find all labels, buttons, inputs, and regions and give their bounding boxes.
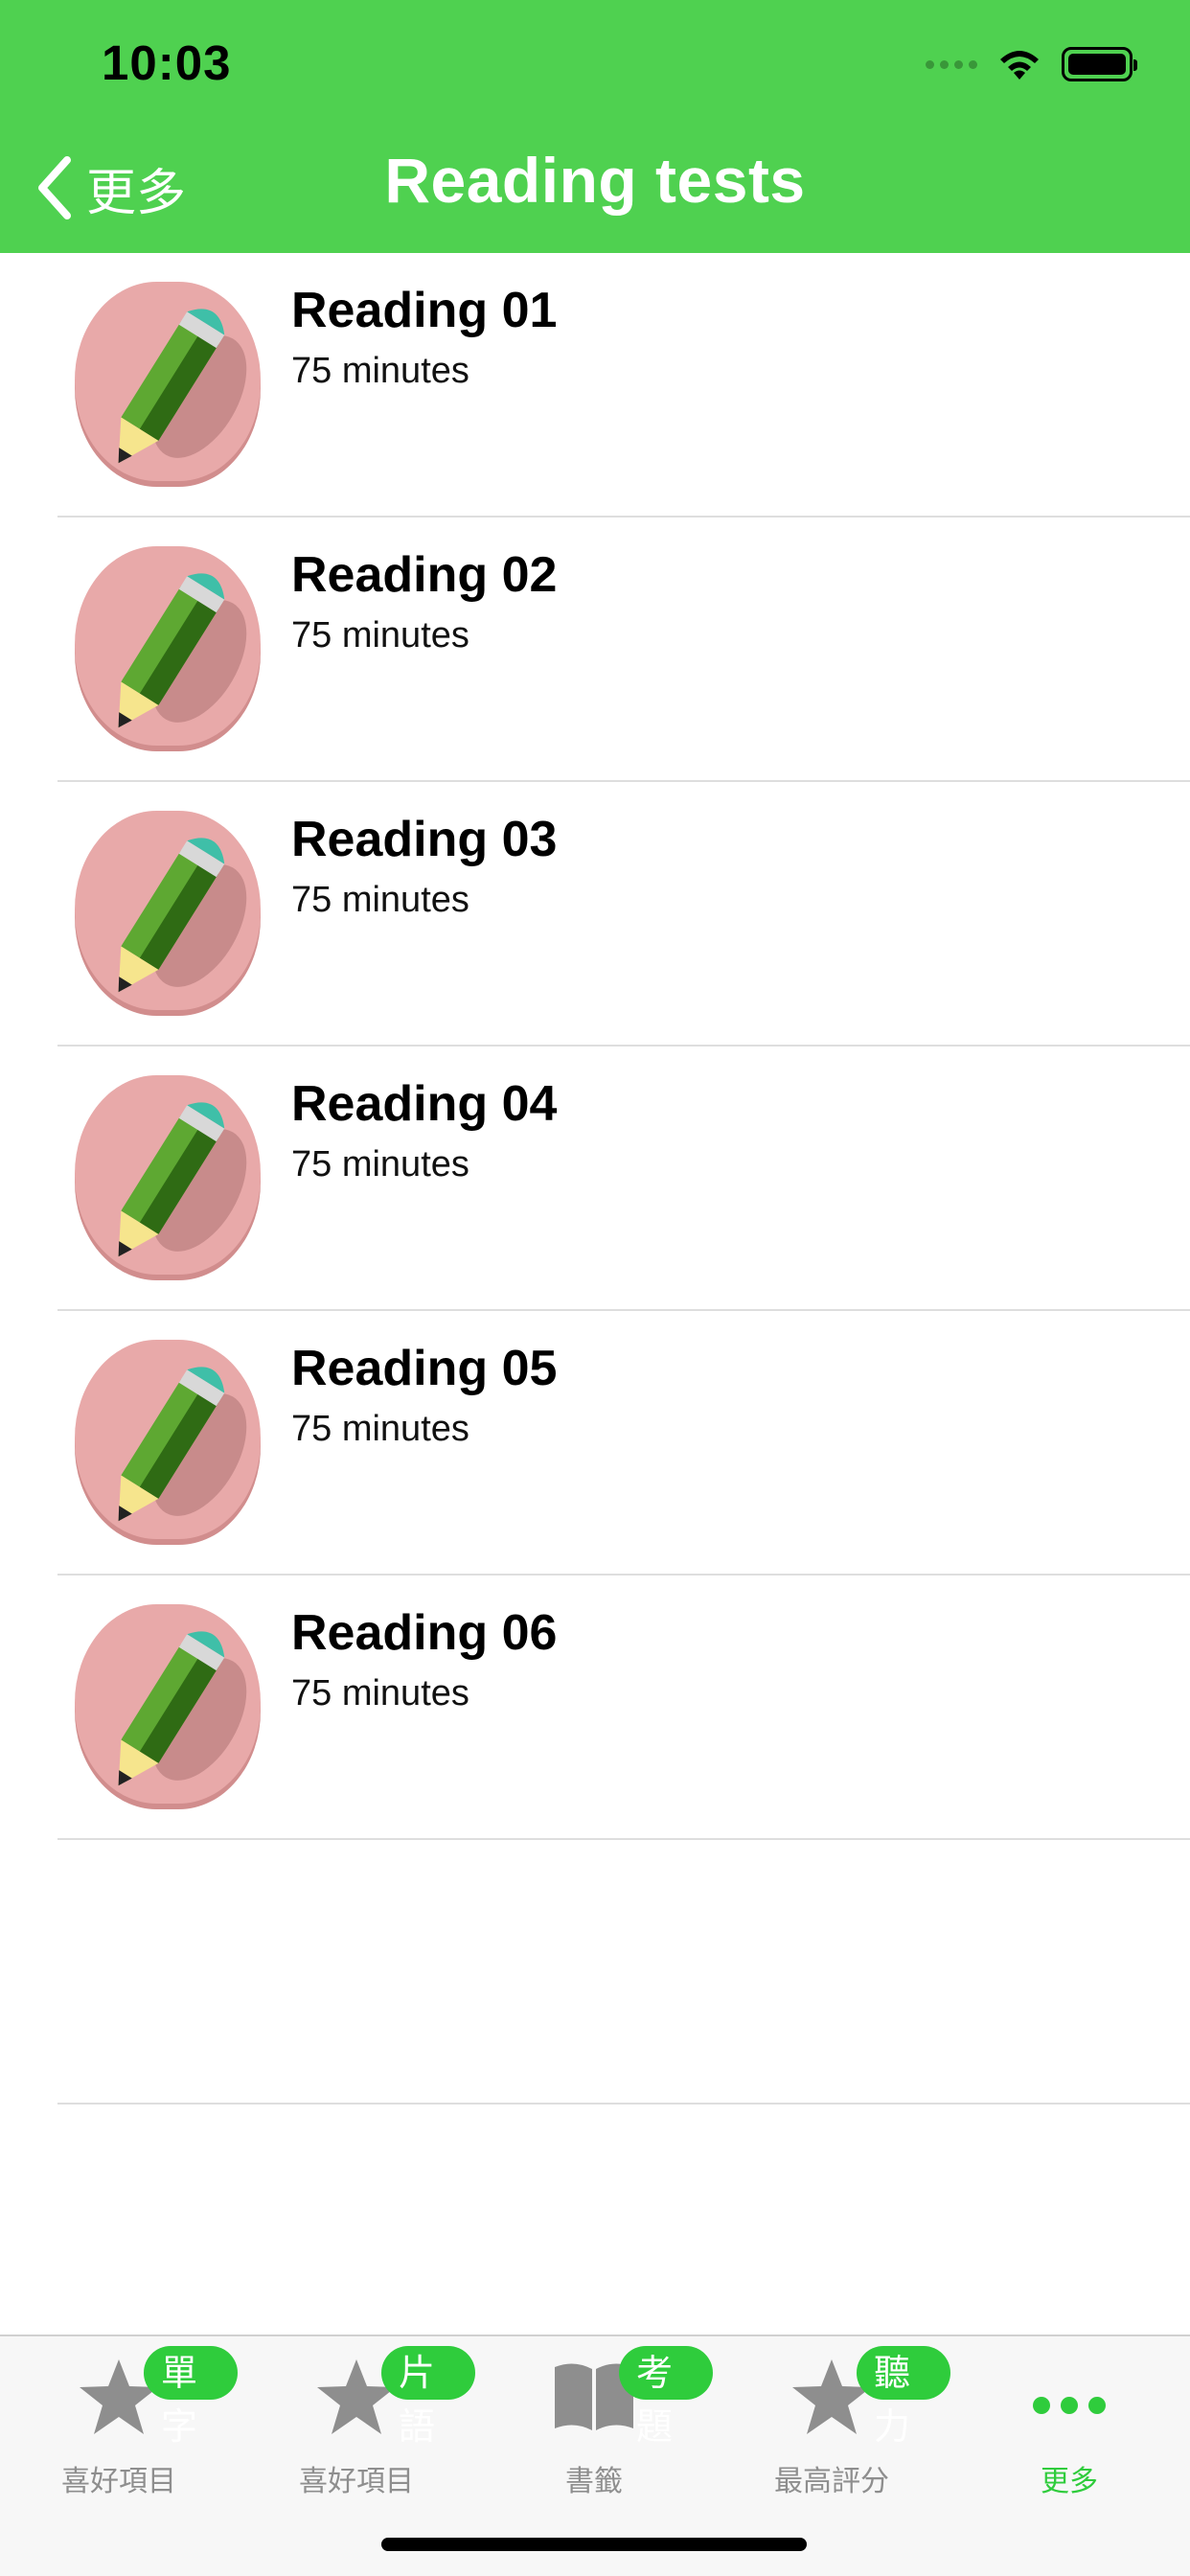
list-item-subtitle: 75 minutes: [291, 880, 469, 920]
list-item-title: Reading 02: [291, 547, 558, 603]
status-time: 10:03: [102, 35, 232, 90]
list-item[interactable]: Reading 02 75 minutes: [0, 518, 1190, 782]
tab-bookmarks[interactable]: 考題 書籤: [475, 2336, 713, 2498]
tab-badge: 考題: [619, 2346, 713, 2448]
tab-more[interactable]: 更多: [950, 2336, 1188, 2498]
list-item-title: Reading 03: [291, 812, 558, 867]
reading-tests-list: Reading 01 75 minutes Reading 02 75 minu…: [0, 253, 1190, 2104]
list-item-subtitle: 75 minutes: [291, 1409, 469, 1449]
more-icon: [1033, 2397, 1106, 2414]
list-item[interactable]: Reading 06 75 minutes: [0, 1576, 1190, 1840]
list-item-subtitle: 75 minutes: [291, 615, 469, 656]
navigation-header: 10:03 更多 Reading tests: [0, 0, 1190, 253]
list-item[interactable]: Reading 05 75 minutes: [0, 1311, 1190, 1576]
list-item-title: Reading 01: [291, 283, 558, 338]
empty-list-row: [0, 1840, 1190, 2104]
pencil-icon: [75, 282, 261, 487]
pencil-icon: [75, 1075, 261, 1280]
tab-label: 最高評分: [774, 2465, 889, 2498]
tab-badge: 聽力: [857, 2346, 950, 2448]
pencil-icon: [75, 1604, 261, 1809]
page-title: Reading tests: [384, 145, 806, 216]
list-item[interactable]: Reading 04 75 minutes: [0, 1046, 1190, 1311]
tab-label: 喜好項目: [61, 2465, 176, 2498]
tab-favorite-words[interactable]: 單字 喜好項目: [0, 2336, 238, 2498]
pencil-icon: [75, 811, 261, 1016]
list-item-subtitle: 75 minutes: [291, 1673, 469, 1714]
list-item-title: Reading 05: [291, 1341, 558, 1396]
pencil-icon: [75, 1340, 261, 1545]
battery-icon: [1062, 47, 1137, 81]
pencil-icon: [75, 546, 261, 751]
status-indicators: [926, 42, 1137, 86]
tab-label: 書籤: [565, 2465, 623, 2498]
cellular-signal-icon: [926, 59, 977, 69]
list-item[interactable]: Reading 01 75 minutes: [0, 253, 1190, 518]
list-item-subtitle: 75 minutes: [291, 351, 469, 391]
tab-badge: 片語: [381, 2346, 475, 2448]
list-item-title: Reading 06: [291, 1605, 558, 1661]
home-indicator: [381, 2538, 807, 2551]
list-item-subtitle: 75 minutes: [291, 1144, 469, 1184]
tab-label: 更多: [1041, 2465, 1098, 2498]
list-item[interactable]: Reading 03 75 minutes: [0, 782, 1190, 1046]
tab-label: 喜好項目: [299, 2465, 414, 2498]
wifi-icon: [1000, 51, 1039, 80]
tab-top-rated[interactable]: 聽力 最高評分: [713, 2336, 950, 2498]
tab-favorite-phrases[interactable]: 片語 喜好項目: [238, 2336, 475, 2498]
list-item-title: Reading 04: [291, 1076, 558, 1132]
tab-badge: 單字: [144, 2346, 238, 2448]
